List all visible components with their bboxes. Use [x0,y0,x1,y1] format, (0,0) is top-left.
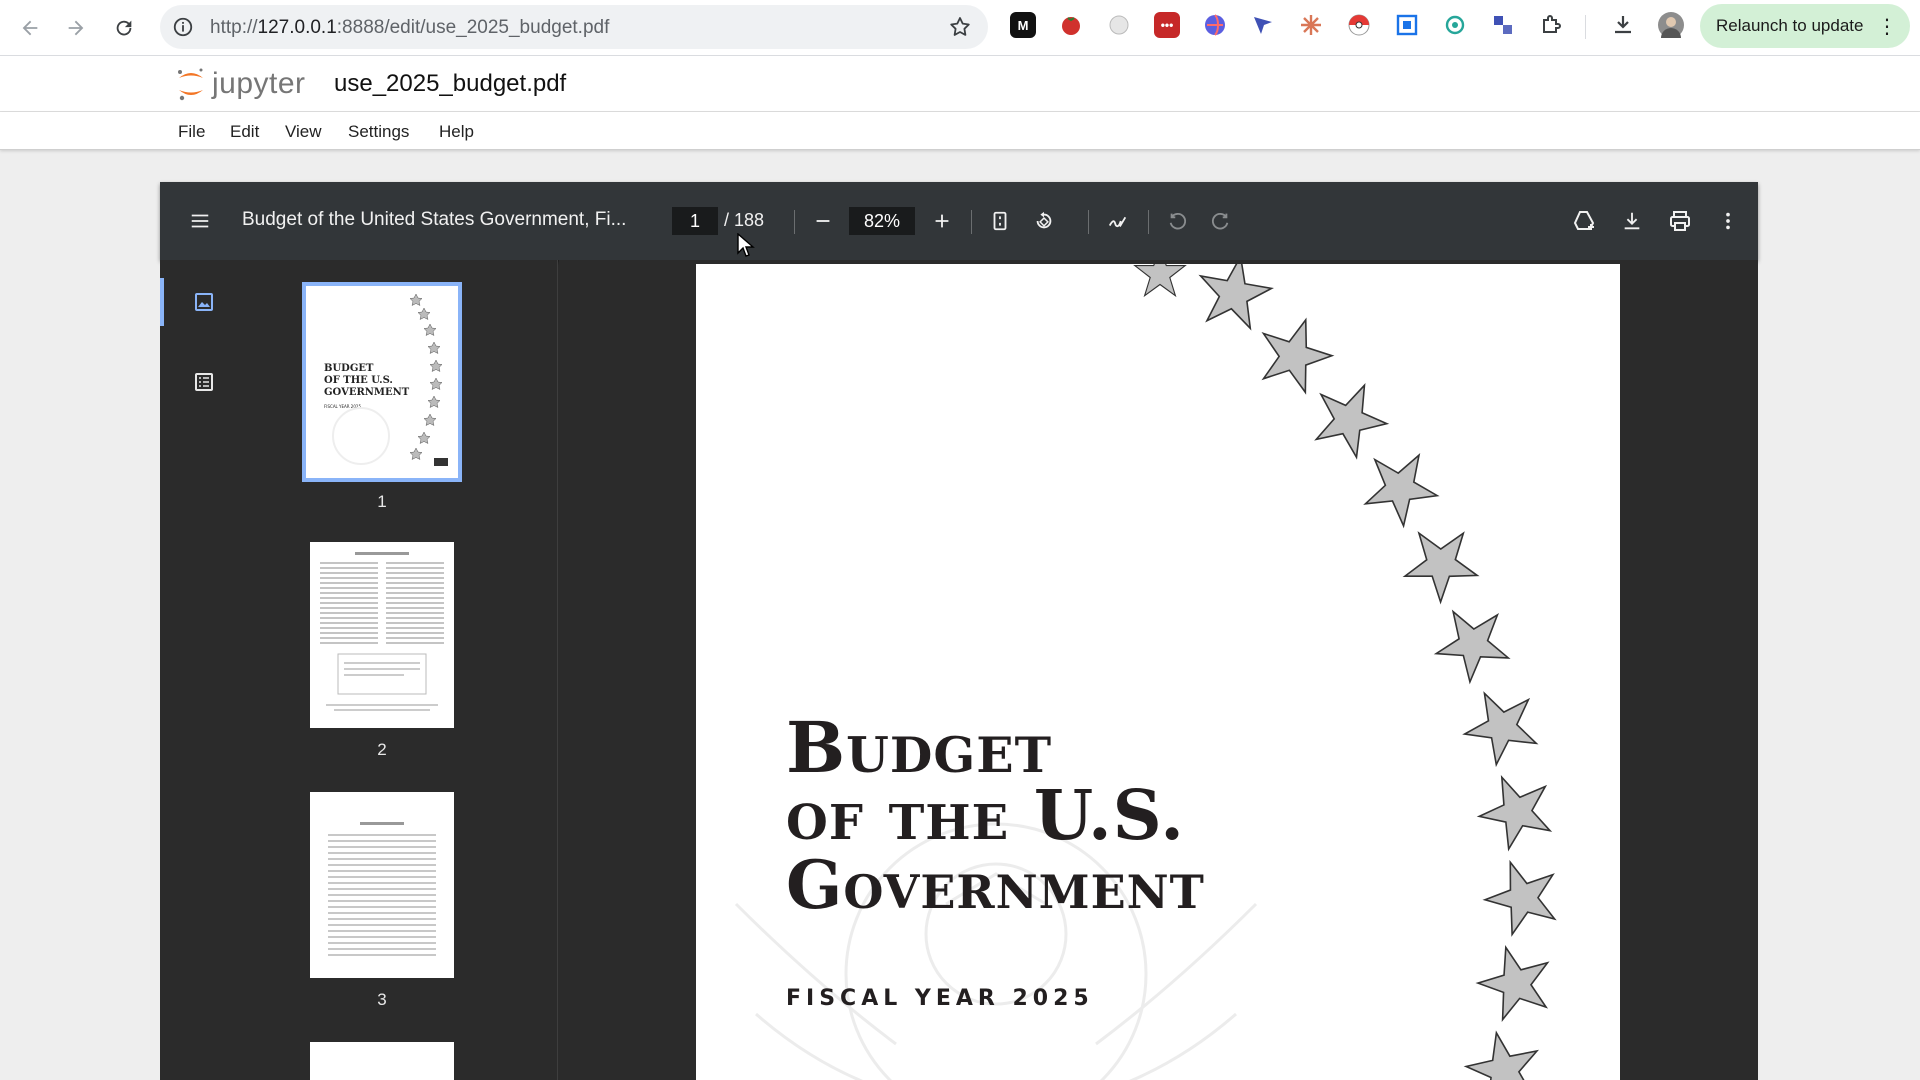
site-info-icon[interactable] [170,14,196,40]
undo-icon[interactable] [1164,207,1192,235]
blocks-extension-icon[interactable] [1490,12,1516,38]
more-vertical-icon[interactable] [1714,207,1742,235]
redo-icon[interactable] [1206,207,1234,235]
pdf-title: Budget of the United States Government, … [242,209,627,230]
openai-extension-icon[interactable] [1442,12,1468,38]
arrow-right-icon [68,20,84,36]
menu-help[interactable]: Help [439,122,474,142]
toolbar-separator [794,210,795,234]
menu-view[interactable]: View [285,122,322,142]
bracket-extension-icon[interactable] [1394,12,1420,38]
thumbnail-label: 3 [377,990,387,1009]
profile-avatar[interactable] [1658,12,1684,38]
menu-file[interactable]: File [178,122,205,142]
zoom-out-button[interactable] [809,207,837,235]
jupyter-logo-icon [178,68,203,101]
ghost-extension-icon[interactable] [1106,12,1132,38]
svg-text:OF THE U.S.: OF THE U.S. [324,375,393,386]
dots-extension-icon[interactable]: ••• [1154,12,1180,38]
url-text[interactable]: http://127.0.0.1:8888/edit/use_2025_budg… [210,17,609,39]
address-bar[interactable]: http://127.0.0.1:8888/edit/use_2025_budg… [160,5,988,49]
active-indicator [160,278,164,326]
document-title[interactable]: use_2025_budget.pdf [334,70,566,98]
pdf-page-area[interactable]: Budget of the U.S. Government FISCAL YEA… [559,260,1758,1080]
thumbnail-page-2[interactable] [310,542,454,728]
drive-save-icon[interactable] [1570,207,1598,235]
more-vertical-icon[interactable]: ⋮ [1877,14,1897,39]
toolbar-separator [1088,210,1089,234]
reload-icon [116,20,132,36]
download-icon[interactable] [1610,12,1636,38]
arrow-left-icon [22,20,38,36]
svg-text:BUDGET: BUDGET [324,363,374,374]
bookmark-star-icon[interactable] [948,15,972,44]
thumbnail-sidebar: BUDGET OF THE U.S. GOVERNMENT FISCAL YEA… [160,260,558,1080]
browser-toolbar: http://127.0.0.1:8888/edit/use_2025_budg… [0,0,1920,56]
reload-button[interactable] [106,10,142,46]
pdf-page-1: Budget of the U.S. Government FISCAL YEA… [696,264,1620,1080]
mouse-cursor-icon [737,233,755,257]
download-icon[interactable] [1618,207,1646,235]
pdf-viewer: Budget of the United States Government, … [160,182,1758,1080]
minus-icon [816,220,830,222]
thumbnail-label: 2 [377,740,387,759]
page-total: / 188 [724,210,765,230]
plus-icon [935,214,949,228]
jupyter-header: jupyter use_2025_budget.pdf [0,56,1920,112]
back-button[interactable] [12,10,48,46]
annotate-pen-icon[interactable] [1104,207,1132,235]
toolbar-divider [1585,15,1586,39]
fit-page-icon[interactable] [986,207,1014,235]
thumbnail-label: 1 [377,492,387,511]
zoom-in-button[interactable] [928,207,956,235]
menu-edit[interactable]: Edit [230,122,259,142]
pokeball-extension-icon[interactable] [1346,12,1372,38]
zoom-input[interactable]: 82% [849,207,915,235]
jupyter-wordmark: jupyter [212,67,306,100]
tomato-extension-icon[interactable] [1058,12,1084,38]
thumbnail-page-4[interactable] [310,1042,454,1080]
relaunch-to-update-button[interactable]: Relaunch to update ⋮ [1700,4,1910,48]
relaunch-label: Relaunch to update [1716,16,1864,35]
menu-hamburger-icon[interactable] [186,207,214,235]
toc-page-thumbnail-image [328,822,436,956]
menu-bar: File Edit View Settings Help [0,112,1920,150]
stars-arc-decoration [1134,264,1576,1080]
puzzle-extensions-icon[interactable] [1538,12,1564,38]
medium-extension-icon[interactable]: M [1010,12,1036,38]
globe-extension-icon[interactable] [1202,12,1228,38]
thumbnails-view-icon[interactable] [192,290,216,319]
toolbar-separator [1148,210,1149,234]
text-page-thumbnail-image [320,552,444,711]
page-number-input[interactable]: 1 [672,207,718,235]
arrow-extension-icon[interactable] [1250,12,1276,38]
rotate-icon[interactable] [1030,207,1058,235]
print-icon[interactable] [1666,207,1694,235]
thumbnail-page-1[interactable]: BUDGET OF THE U.S. GOVERNMENT FISCAL YEA… [302,282,462,482]
pdf-toolbar: Budget of the United States Government, … [160,182,1758,260]
thumbnail-page-3[interactable] [310,792,454,978]
svg-text:GOVERNMENT: GOVERNMENT [324,387,410,398]
toolbar-separator [971,210,972,234]
outline-view-icon[interactable] [192,370,216,399]
cover-thumbnail-image: BUDGET OF THE U.S. GOVERNMENT FISCAL YEA… [324,293,448,466]
menu-settings[interactable]: Settings [348,122,409,142]
forward-button[interactable] [58,10,94,46]
sparkle-extension-icon[interactable] [1298,12,1324,38]
jupyter-logo[interactable]: jupyter [176,64,306,104]
